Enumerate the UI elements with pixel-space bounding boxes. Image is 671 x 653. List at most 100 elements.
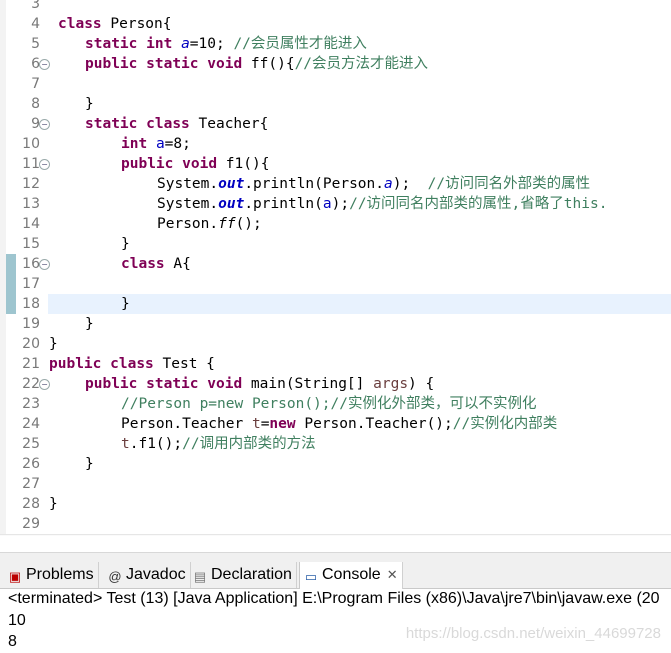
code-token: class — [121, 256, 165, 272]
code-line[interactable]: static class Teacher{ — [85, 114, 671, 134]
close-icon[interactable]: ✕ — [387, 567, 398, 582]
code-line[interactable]: class A{ — [121, 254, 671, 274]
code-line[interactable]: } — [49, 494, 671, 514]
line-number: 9 — [31, 116, 40, 132]
code-token: static — [146, 56, 199, 72]
code-token: a — [384, 176, 393, 192]
line-number: 29 — [22, 516, 40, 532]
tab-problems[interactable]: ▣ Problems — [4, 562, 99, 588]
code-line[interactable]: System.out.println(a);//访问同名内部类的属性,省略了th… — [157, 194, 671, 214]
console-panel: ▣ Problems @ Javadoc ▤ Declaration ▭ Console… — [0, 562, 671, 653]
line-number: 11 — [22, 156, 40, 172]
code-line[interactable]: public class Test { — [49, 354, 671, 374]
line-number: 10 — [22, 136, 40, 152]
code-token: class — [146, 116, 190, 132]
code-line[interactable]: } — [49, 334, 671, 354]
code-line[interactable]: System.out.println(Person.a); //访问同名外部类的… — [157, 174, 671, 194]
tab-console[interactable]: ▭ Console ✕ — [299, 562, 403, 589]
code-token: } — [121, 296, 130, 312]
code-line[interactable]: public void f1(){ — [121, 154, 671, 174]
line-number: 22 — [22, 376, 40, 392]
code-token: f1(){ — [217, 156, 270, 172]
problems-icon: ▣ — [8, 569, 22, 584]
code-token: main(String[] — [242, 376, 374, 392]
line-number: 14 — [22, 216, 40, 232]
code-comment: //访问同名内部类的属性,省略了this. — [349, 196, 608, 212]
line-number: 25 — [22, 436, 40, 452]
code-token: void — [207, 56, 243, 72]
code-token: a — [322, 196, 332, 212]
code-comment: //会员方法才能进入 — [294, 56, 429, 72]
code-token: .println( — [244, 196, 323, 212]
code-line[interactable]: int a=8; — [121, 134, 671, 154]
line-number: 4 — [31, 16, 40, 32]
line-number: 23 — [22, 396, 40, 412]
code-line[interactable]: } — [121, 234, 671, 254]
code-token: ) { — [408, 376, 435, 392]
code-line[interactable]: public static void main(String[] args) { — [85, 374, 671, 394]
code-line[interactable]: Person.Teacher t=new Person.Teacher();//… — [121, 414, 671, 434]
line-number: 27 — [22, 476, 40, 492]
code-line[interactable]: static int a=10; //会员属性才能进入 — [85, 34, 671, 54]
fold-collapse-icon[interactable]: − — [39, 159, 50, 170]
code-line[interactable]: } — [121, 294, 671, 314]
tab-label: Javadoc — [126, 566, 186, 583]
code-token: static — [85, 116, 138, 132]
fold-collapse-icon[interactable]: − — [39, 379, 50, 390]
declaration-icon: ▤ — [193, 569, 207, 584]
line-number-gutter: 3 4 5 6 7 8 9 10 11 12 13 14 15 16 17 18… — [0, 0, 50, 536]
code-token: out — [218, 196, 245, 212]
code-token: public — [49, 356, 102, 372]
code-line[interactable]: } — [85, 94, 671, 114]
tab-declaration[interactable]: ▤ Declaration — [189, 562, 297, 588]
console-status: <terminated> Test (13) [Java Application… — [8, 590, 660, 607]
code-token: class — [58, 16, 102, 32]
code-line[interactable]: public static void ff(){//会员方法才能进入 — [85, 54, 671, 74]
code-line[interactable]: Person.ff(); — [157, 214, 671, 234]
code-token: public — [85, 376, 138, 392]
code-line[interactable]: //Person p=new Person();//实例化外部类，可以不实例化 — [121, 394, 671, 414]
code-token: } — [85, 96, 94, 112]
line-number: 21 — [22, 356, 40, 372]
code-token: =10; — [189, 36, 234, 52]
code-comment: //访问同名外部类的属性 — [427, 176, 591, 192]
view-tab-bar: ▣ Problems @ Javadoc ▤ Declaration ▭ Console… — [0, 562, 671, 589]
console-output-line: 8 — [8, 633, 17, 650]
line-number: 12 — [22, 176, 40, 192]
line-number: 6 — [31, 56, 40, 72]
horizontal-scrollbar[interactable]: < — [0, 534, 671, 536]
code-token: args — [373, 376, 409, 392]
code-token: int — [121, 136, 148, 152]
code-token: .f1(); — [129, 436, 183, 452]
tab-javadoc[interactable]: @ Javadoc — [104, 562, 191, 588]
code-comment: //实例化内部类 — [452, 416, 558, 432]
code-token: ); — [392, 176, 428, 192]
code-token: A{ — [164, 256, 191, 272]
fold-collapse-icon[interactable]: − — [39, 259, 50, 270]
code-token: Person.Teacher(); — [295, 416, 453, 432]
code-editor[interactable]: 3 4 5 6 7 8 9 10 11 12 13 14 15 16 17 18… — [0, 0, 671, 536]
code-token: } — [49, 336, 58, 352]
line-number: 15 — [22, 236, 40, 252]
line-number: 13 — [22, 196, 40, 212]
line-number: 18 — [22, 296, 40, 312]
code-comment: //Person p=new Person();//实例化外部类，可以不实例化 — [121, 396, 537, 412]
code-token: ); — [331, 196, 350, 212]
line-number: 8 — [31, 96, 40, 112]
fold-collapse-icon[interactable]: − — [39, 119, 50, 130]
line-number: 3 — [31, 0, 40, 12]
tab-label: Console — [322, 566, 381, 583]
code-line[interactable]: class Person{ — [58, 14, 671, 34]
code-token: System. — [157, 176, 219, 192]
fold-collapse-icon[interactable]: − — [39, 59, 50, 70]
code-token: } — [85, 316, 94, 332]
code-line[interactable]: } — [85, 454, 671, 474]
line-number: 24 — [22, 416, 40, 432]
line-number: 16 — [22, 256, 40, 272]
code-token: new — [269, 416, 296, 432]
code-line[interactable]: } — [85, 314, 671, 334]
code-token: Person. — [157, 216, 219, 232]
code-token: void — [207, 376, 243, 392]
code-token: static — [146, 376, 199, 392]
code-line[interactable]: t.f1();//调用内部类的方法 — [121, 434, 671, 454]
